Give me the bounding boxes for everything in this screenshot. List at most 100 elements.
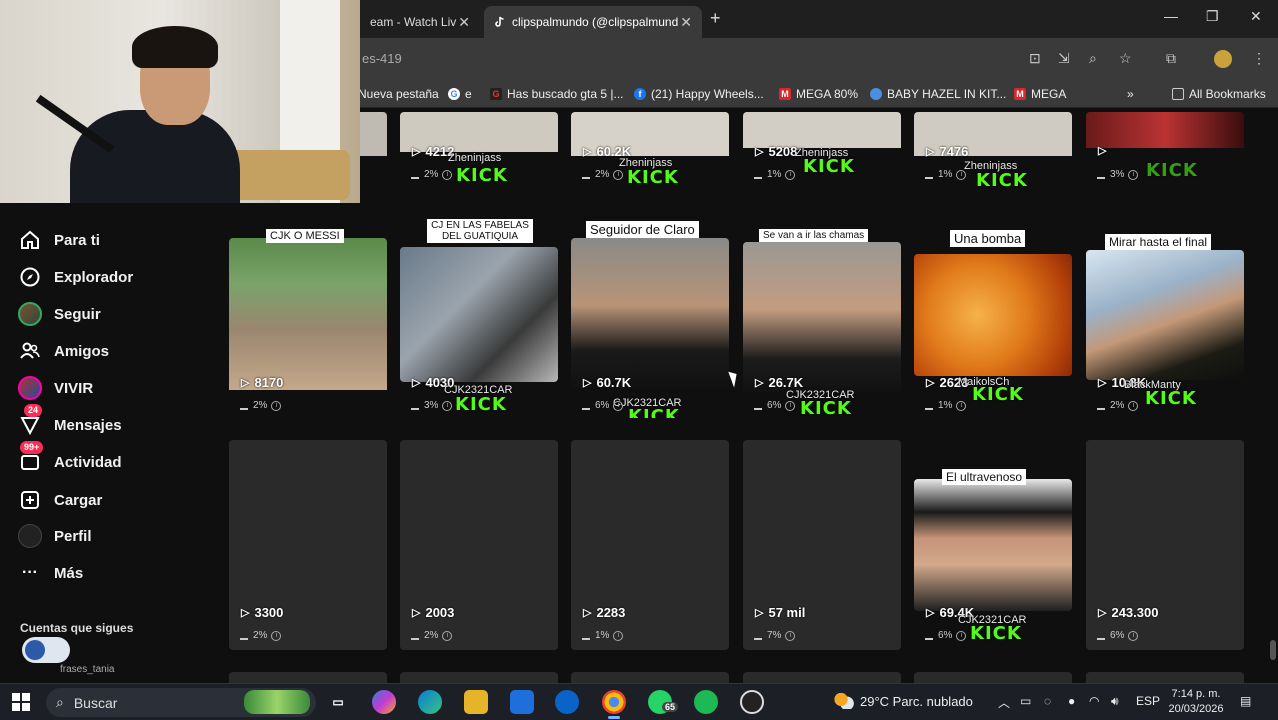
video-card[interactable] <box>571 672 729 683</box>
stat: 6% i <box>754 400 796 411</box>
folder-icon <box>1172 88 1184 100</box>
volume-icon[interactable]: 🔊︎ <box>1111 694 1119 709</box>
wifi-icon[interactable]: ◠ <box>1089 694 1099 708</box>
edge-icon[interactable] <box>418 690 442 714</box>
following-user-name[interactable]: frases_tania <box>60 664 114 675</box>
sidebar-item-cargar[interactable]: Cargar <box>18 485 102 515</box>
chart-icon <box>582 402 590 410</box>
task-view-icon[interactable]: ▭ <box>326 690 350 714</box>
view-count: ▷ 3300 <box>241 605 284 620</box>
store-icon[interactable] <box>510 690 534 714</box>
bookmark-item[interactable]: Ge <box>448 87 472 101</box>
partly-cloudy-icon <box>834 693 854 709</box>
new-tab-icon[interactable]: + <box>710 8 721 29</box>
sidebar-item-mensajes[interactable]: 24 Mensajes <box>18 404 122 440</box>
bookmark-item[interactable]: Nueva pestaña <box>358 87 439 101</box>
video-card[interactable]: ▷ 7476 Zheninjass 1% i KICK <box>914 112 1072 188</box>
info-icon: i <box>613 169 624 180</box>
widget-icon[interactable] <box>244 690 310 714</box>
info-icon: i <box>785 630 796 641</box>
bookmark-item[interactable]: M MEGA <box>1014 87 1066 101</box>
video-card[interactable] <box>914 254 1072 376</box>
close-icon[interactable]: ✕ <box>458 14 470 31</box>
extensions-icon[interactable]: ⧉ <box>1166 50 1176 67</box>
info-icon: i <box>613 400 624 411</box>
video-card[interactable] <box>743 242 901 392</box>
weather-widget[interactable]: 29°C Parc. nublado <box>834 693 973 709</box>
stat: 2% i <box>240 400 282 411</box>
menu-icon[interactable]: ⋮ <box>1252 50 1266 67</box>
all-bookmarks[interactable]: All Bookmarks <box>1172 87 1266 101</box>
video-card[interactable] <box>229 672 387 683</box>
more-bookmarks-icon[interactable]: » <box>1127 87 1134 101</box>
close-icon[interactable]: ✕ <box>680 14 692 31</box>
file-explorer-icon[interactable] <box>464 690 488 714</box>
sidebar-item-mas[interactable]: ··· Más <box>18 558 83 588</box>
language-indicator[interactable]: ESP <box>1136 694 1160 708</box>
video-card[interactable]: ▷ 60.2K Zheninjass 2% i KICK <box>571 112 729 188</box>
tray-icon[interactable]: ▭ <box>1020 694 1031 708</box>
video-card[interactable] <box>229 238 387 418</box>
info-icon: i <box>442 400 453 411</box>
sidebar-item-para-ti[interactable]: Para ti <box>18 225 100 255</box>
video-card[interactable]: ▷ 5208 Zheninjass 1% i KICK <box>743 112 901 188</box>
windows-start-icon[interactable] <box>12 693 30 711</box>
video-card[interactable]: ▷ 4212 Zheninjass 2% i KICK <box>400 112 558 188</box>
video-card[interactable] <box>1086 250 1244 380</box>
inbox-icon: 99+ <box>18 441 44 474</box>
bookmark-item[interactable]: M MEGA 80% <box>779 87 858 101</box>
network-icon[interactable]: ◌ <box>1044 694 1051 708</box>
translate-icon[interactable]: ⊡ <box>1029 50 1041 67</box>
play-icon: ▷ <box>1098 145 1107 157</box>
sidebar-item-explorador[interactable]: Explorador <box>18 262 133 292</box>
view-count: ▷ 243.300 <box>1098 605 1159 620</box>
notifications-icon[interactable]: ▤ <box>1240 694 1251 708</box>
following-user-avatar[interactable] <box>22 637 70 663</box>
star-icon[interactable]: ☆ <box>1119 50 1132 67</box>
chevron-up-icon[interactable]: ︿ <box>998 694 1010 711</box>
video-card[interactable] <box>400 672 558 683</box>
zoom-icon[interactable]: ⌕ <box>1089 50 1097 67</box>
minimize-icon[interactable]: — <box>1164 8 1178 24</box>
play-icon: ▷ <box>241 377 250 389</box>
sidebar-item-amigos[interactable]: Amigos <box>18 336 109 366</box>
notification-badge: 99+ <box>20 441 44 454</box>
sidebar-item-perfil[interactable]: Perfil <box>18 521 92 551</box>
video-card[interactable] <box>571 238 729 418</box>
video-card[interactable] <box>400 247 558 382</box>
streamer-body <box>70 110 240 203</box>
browser-tab-1[interactable]: eam - Watch Liv ✕ <box>360 6 480 38</box>
sidebar-item-vivir[interactable]: VIVIR <box>18 373 93 403</box>
video-card[interactable] <box>743 672 901 683</box>
bookmark-item[interactable]: G Has buscado gta 5 |... <box>490 87 624 101</box>
app-icon[interactable] <box>740 690 764 714</box>
clock[interactable]: 7:14 p. m. 20/03/2026 <box>1166 687 1226 717</box>
scrollbar[interactable] <box>1270 640 1276 660</box>
url-text[interactable]: es-419 <box>362 51 402 66</box>
chrome-icon[interactable] <box>602 690 626 719</box>
kick-logo: KICK <box>455 394 507 415</box>
info-icon: i <box>442 169 453 180</box>
chart-icon <box>240 632 248 640</box>
video-card[interactable] <box>914 479 1072 611</box>
copilot-icon[interactable] <box>372 690 396 714</box>
video-card[interactable]: ▷ 3% i KICK <box>1086 112 1244 188</box>
view-count: ▷ 8170 <box>241 375 284 390</box>
bookmark-item[interactable]: f (21) Happy Wheels... <box>634 87 764 101</box>
video-card[interactable] <box>914 672 1072 683</box>
outlook-icon[interactable] <box>555 690 579 714</box>
microphone-icon[interactable]: ● <box>1068 694 1075 708</box>
bookmark-item[interactable]: BABY HAZEL IN KIT... <box>870 87 1006 101</box>
close-window-icon[interactable]: ✕ <box>1250 8 1262 25</box>
browser-tab-2[interactable]: clipspalmundo (@clipspalmund ✕ <box>484 6 702 38</box>
profile-avatar-icon[interactable] <box>1214 50 1232 68</box>
stat: 1% i <box>582 630 624 641</box>
more-icon: ··· <box>22 564 38 581</box>
sidebar-item-seguir[interactable]: Seguir <box>18 299 101 329</box>
video-card[interactable] <box>1086 672 1244 683</box>
whatsapp-icon[interactable]: 65 <box>648 690 679 714</box>
sidebar-item-actividad[interactable]: 99+ Actividad <box>18 441 122 477</box>
install-icon[interactable]: ⇲ <box>1058 50 1070 67</box>
spotify-icon[interactable] <box>694 690 718 714</box>
restore-icon[interactable]: ❐ <box>1206 8 1219 25</box>
